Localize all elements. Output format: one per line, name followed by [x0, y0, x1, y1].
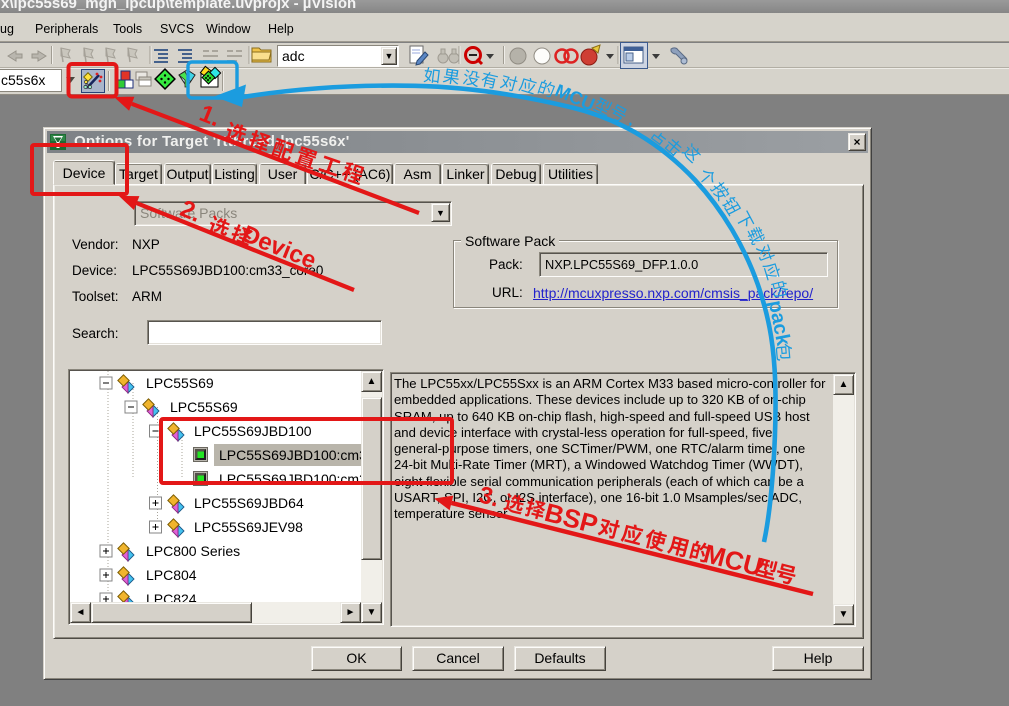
svg-text:BSP: BSP: [542, 497, 601, 539]
svg-text:Device: Device: [238, 220, 320, 274]
svg-text:pack: pack: [764, 299, 794, 349]
svg-text:3.: 3.: [476, 481, 502, 512]
svg-text:1.: 1.: [196, 100, 225, 133]
svg-text:2.: 2.: [176, 195, 205, 228]
